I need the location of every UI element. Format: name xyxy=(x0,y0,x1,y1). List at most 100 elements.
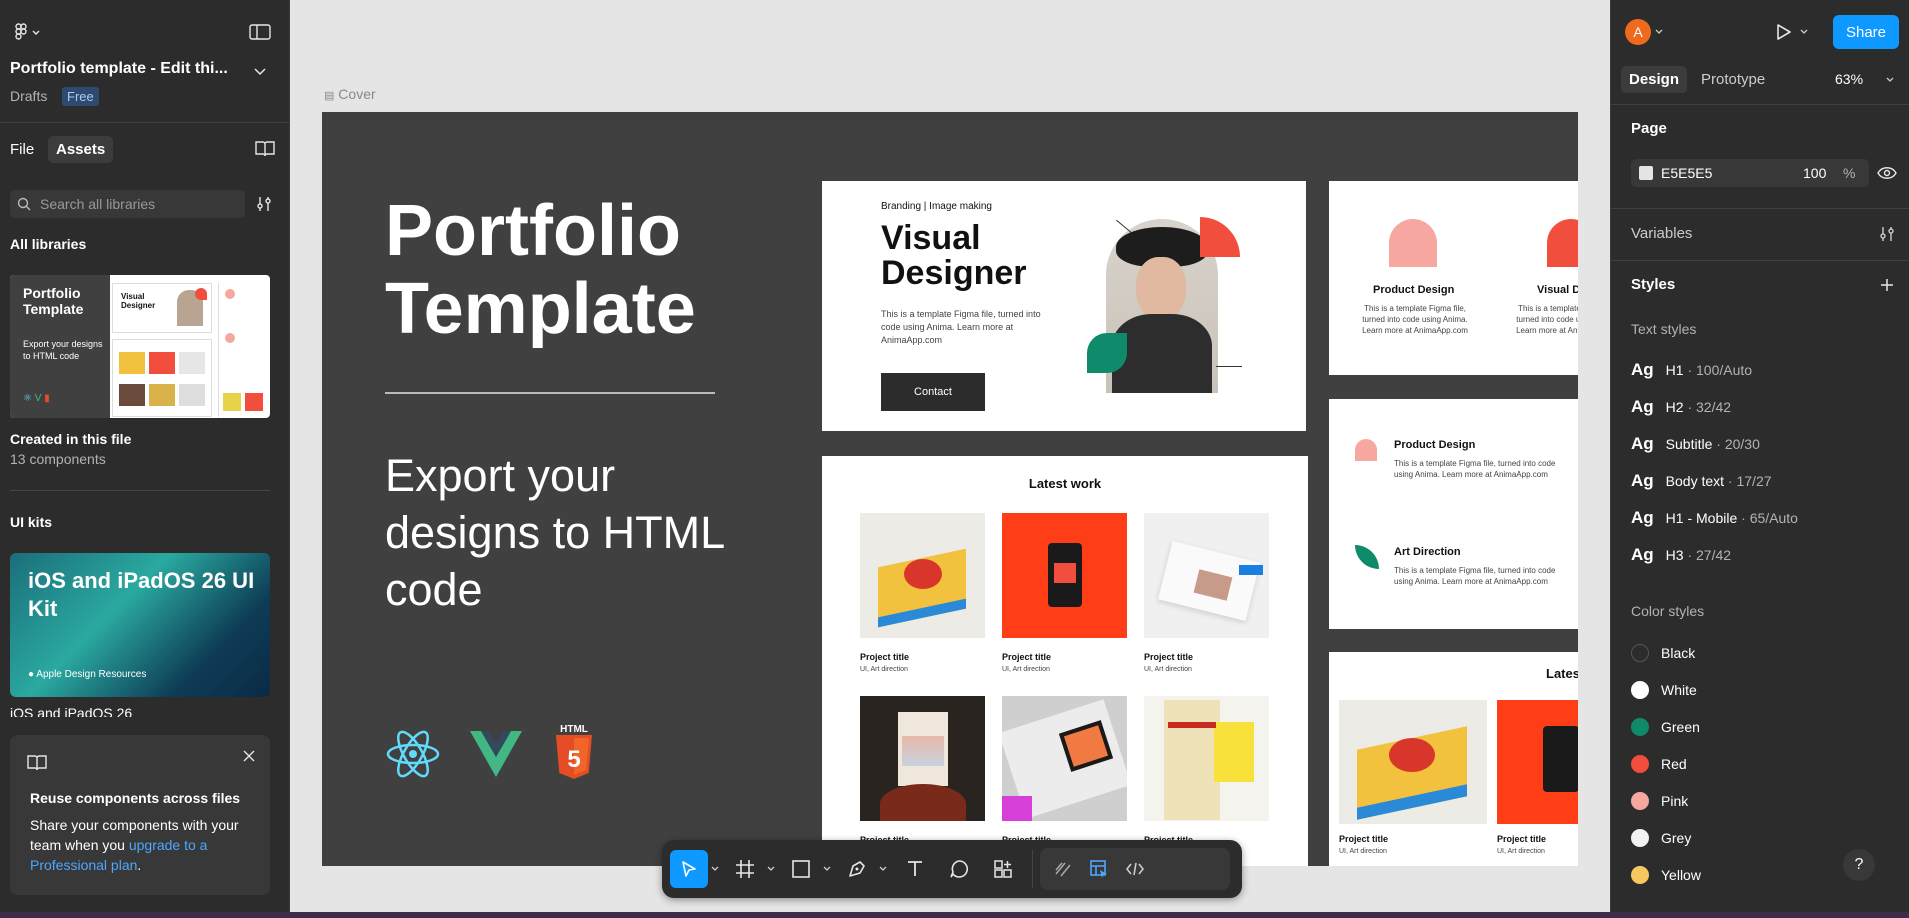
pen-tool-chevron-icon[interactable] xyxy=(874,850,892,888)
project-thumb-a[interactable] xyxy=(1339,700,1487,824)
avatar[interactable]: A xyxy=(1625,19,1651,45)
frame-label[interactable]: ▤ Cover xyxy=(324,86,376,102)
text-tool-button[interactable] xyxy=(896,850,934,888)
tab-design[interactable]: Design xyxy=(1621,66,1688,93)
add-style-plus-icon[interactable] xyxy=(1875,273,1899,297)
color-style-row[interactable]: Grey xyxy=(1631,826,1691,850)
project-thumb-4[interactable] xyxy=(860,696,985,821)
color-swatch xyxy=(1631,829,1649,847)
search-libraries-field[interactable]: Search all libraries xyxy=(10,190,245,218)
project-thumb-5[interactable] xyxy=(1002,696,1127,821)
latest-work-card[interactable]: Latest work Project title UI, Art direct… xyxy=(822,456,1308,866)
text-style-row[interactable]: Ag H3 · 27/42 xyxy=(1631,543,1731,567)
project-thumb-b[interactable] xyxy=(1497,700,1578,824)
promo-title: Reuse components across files xyxy=(30,790,241,806)
stand-shape xyxy=(880,784,966,821)
actions-button[interactable] xyxy=(984,850,1022,888)
page-color-value[interactable]: E5E5E5 xyxy=(1661,165,1712,181)
comment-tool-button[interactable] xyxy=(940,850,978,888)
draw-mode-button[interactable] xyxy=(1044,850,1082,888)
file-menu-chevron-icon[interactable] xyxy=(246,60,274,84)
color-styles-heading: Color styles xyxy=(1631,603,1705,619)
text-style-row[interactable]: Ag H1 - Mobile · 65/Auto xyxy=(1631,506,1798,530)
text-style-row[interactable]: Ag Subtitle · 20/30 xyxy=(1631,432,1760,456)
text-style-row[interactable]: Ag Body text · 17/27 xyxy=(1631,469,1772,493)
tab-file[interactable]: File xyxy=(2,136,42,163)
page-divider xyxy=(1611,208,1909,209)
thumb-sub: Export your designs to HTML code xyxy=(23,339,103,361)
page-opacity-value[interactable]: 100 xyxy=(1803,165,1826,181)
contact-button[interactable]: Contact xyxy=(881,373,985,411)
page-color-field[interactable]: E5E5E5 100 % xyxy=(1631,159,1869,187)
zoom-level[interactable]: 63% xyxy=(1835,71,1863,87)
pink-arch-shape xyxy=(1389,219,1437,267)
tab-assets[interactable]: Assets xyxy=(48,136,114,163)
visual-designer-card[interactable]: Branding | Image making Visual Designer … xyxy=(822,181,1306,431)
thumb-tile xyxy=(179,384,205,406)
library-book-icon[interactable] xyxy=(250,136,280,162)
text-style-row[interactable]: Ag H1 · 100/Auto xyxy=(1631,358,1752,382)
color-style-row[interactable]: Yellow xyxy=(1631,863,1701,887)
frame-tool-chevron-icon[interactable] xyxy=(762,850,780,888)
body-shape xyxy=(1112,314,1212,393)
color-style-row[interactable]: White xyxy=(1631,678,1697,702)
project-thumb-1[interactable] xyxy=(860,513,985,638)
color-style-row[interactable]: Black xyxy=(1631,641,1695,665)
visibility-eye-icon[interactable] xyxy=(1875,161,1899,185)
tabs-divider xyxy=(1611,104,1909,105)
page-color-swatch[interactable] xyxy=(1639,166,1653,180)
text-style-spec: · 27/42 xyxy=(1683,547,1732,563)
thumb-tech-icons: ⚛ V ▮ xyxy=(23,393,50,404)
stripe-shape xyxy=(1168,722,1216,728)
services-card[interactable]: Product Design This is a template Figma … xyxy=(1329,399,1578,629)
product-design-card[interactable]: Product Design Visual De This is a templ… xyxy=(1329,181,1578,375)
share-button[interactable]: Share xyxy=(1833,15,1899,49)
variables-heading[interactable]: Variables xyxy=(1631,225,1692,242)
move-tool-button[interactable] xyxy=(670,850,708,888)
present-play-icon[interactable] xyxy=(1771,19,1797,45)
move-tool-chevron-icon[interactable] xyxy=(706,850,724,888)
toggle-sidebar-icon[interactable] xyxy=(246,20,274,44)
text-style-ag: Ag xyxy=(1631,508,1654,527)
pen-tool-button[interactable] xyxy=(838,850,876,888)
file-location[interactable]: Drafts xyxy=(10,88,47,104)
ui-kits-heading: UI kits xyxy=(10,514,53,530)
frame-tool-button[interactable] xyxy=(726,850,764,888)
variables-sliders-icon[interactable] xyxy=(1875,222,1899,246)
color-style-name: Pink xyxy=(1661,793,1689,809)
close-icon[interactable] xyxy=(238,745,260,767)
project-thumb-3[interactable] xyxy=(1144,513,1269,638)
color-style-row[interactable]: Pink xyxy=(1631,789,1688,813)
project-title: Project title xyxy=(1144,652,1194,662)
color-style-row[interactable]: Green xyxy=(1631,715,1700,739)
figma-menu-icon[interactable] xyxy=(10,20,46,44)
canvas[interactable]: ▤ Cover Portfolio Template Export your d… xyxy=(290,0,1610,918)
thumb-tile xyxy=(179,352,205,374)
color-style-name: Grey xyxy=(1661,830,1692,846)
project-thumb-6[interactable] xyxy=(1144,696,1269,821)
item-desc: This is a template Figma file, turned in… xyxy=(1394,459,1556,479)
file-title[interactable]: Portfolio template - Edit thi... xyxy=(10,60,240,78)
design-mode-icon xyxy=(1090,860,1107,878)
shape-tool-chevron-icon[interactable] xyxy=(818,850,836,888)
latest-mobile-card[interactable]: Latest Project title UI, Art direction P… xyxy=(1329,652,1578,866)
text-style-row[interactable]: Ag H2 · 32/42 xyxy=(1631,395,1731,419)
design-mode-button[interactable] xyxy=(1080,850,1118,888)
project-thumb-2[interactable] xyxy=(1002,513,1127,638)
present-chevron-icon[interactable] xyxy=(1797,24,1811,40)
color-swatch xyxy=(1631,755,1649,773)
help-button[interactable]: ? xyxy=(1843,849,1875,881)
color-swatch xyxy=(1631,718,1649,736)
promo-body: Share your components with your team whe… xyxy=(30,815,260,875)
filter-sliders-icon[interactable] xyxy=(252,192,276,216)
cover-frame[interactable]: Portfolio Template Export your designs t… xyxy=(322,112,1578,866)
library-thumbnail[interactable]: Portfolio Template Export your designs t… xyxy=(10,275,270,418)
library-name[interactable]: Created in this file xyxy=(10,431,131,447)
color-style-row[interactable]: Red xyxy=(1631,752,1687,776)
zoom-chevron-icon[interactable] xyxy=(1883,72,1897,88)
avatar-chevron-icon[interactable] xyxy=(1652,24,1666,40)
tab-prototype[interactable]: Prototype xyxy=(1701,71,1765,88)
dev-mode-button[interactable] xyxy=(1116,850,1154,888)
rectangle-tool-button[interactable] xyxy=(782,850,820,888)
ui-kit-card[interactable]: iOS and iPadOS 26 UI Kit ● Apple Design … xyxy=(10,553,270,697)
